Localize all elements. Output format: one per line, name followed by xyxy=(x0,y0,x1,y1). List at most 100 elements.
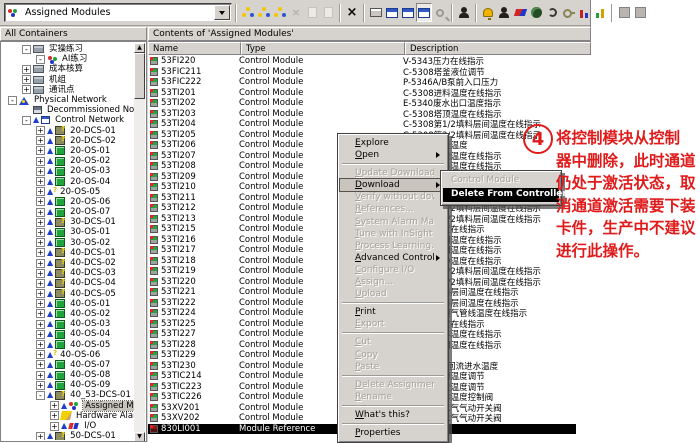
tree-item-30-OS-02[interactable]: +▲30-OS-02 xyxy=(2,238,134,248)
expand-toggle-minus[interactable]: - xyxy=(22,45,31,54)
tree-item-40-OS-05[interactable]: +▲40-OS-05 xyxy=(2,339,134,349)
security-key-button[interactable] xyxy=(560,3,576,22)
column-header-name[interactable]: Name xyxy=(148,42,241,55)
tree-item-成本核算[interactable]: +成本核算 xyxy=(2,64,134,74)
tree-item-20-DCS-02[interactable]: +▲20-DCS-02 xyxy=(2,136,134,146)
user-manager-button[interactable] xyxy=(496,3,512,22)
expand-toggle-plus[interactable]: + xyxy=(36,187,45,196)
expand-toggle-plus[interactable]: + xyxy=(22,75,31,84)
expand-toggle-plus[interactable]: + xyxy=(36,177,45,186)
expand-toggle-plus[interactable]: + xyxy=(36,309,45,318)
menu-item-print[interactable]: Print xyxy=(340,306,446,318)
expand-toggle-plus[interactable]: + xyxy=(36,146,45,155)
extra-tool-2-button[interactable] xyxy=(632,3,648,22)
expand-toggle-plus[interactable]: + xyxy=(36,259,45,268)
expand-toggle-plus[interactable]: + xyxy=(36,299,45,308)
tree-item-机组[interactable]: +机组 xyxy=(2,75,134,85)
column-header-type[interactable]: Type xyxy=(241,42,405,55)
combobox-dropdown-button[interactable] xyxy=(214,5,230,20)
tree-item-20-OS-01[interactable]: +▲20-OS-01 xyxy=(2,146,134,156)
tree-item-20-OS-05[interactable]: +▲20-OS-05 xyxy=(2,187,134,197)
tree-item-40-OS-02[interactable]: +▲40-OS-02 xyxy=(2,309,134,319)
tree-item-40-OS-03[interactable]: +▲40-OS-03 xyxy=(2,319,134,329)
expand-toggle-plus[interactable]: + xyxy=(36,289,45,298)
menu-item-download[interactable]: Download xyxy=(340,179,446,191)
window-tile-button[interactable] xyxy=(400,3,416,22)
refresh-button[interactable] xyxy=(544,3,560,22)
tree-item-40-OS-09[interactable]: +▲40-OS-09 xyxy=(2,380,134,390)
tree-item-20-DCS-01[interactable]: +▲20-DCS-01 xyxy=(2,126,134,136)
expand-toggle-plus[interactable]: + xyxy=(36,381,45,390)
print-button[interactable] xyxy=(368,3,384,22)
eraser-button[interactable] xyxy=(512,3,528,22)
expand-toggle-plus[interactable]: + xyxy=(36,330,45,339)
assign-modules-button[interactable] xyxy=(240,3,256,22)
expand-toggle-plus[interactable]: + xyxy=(36,269,45,278)
menu-item-properties[interactable]: Properties xyxy=(340,427,446,439)
expand-toggle-plus[interactable]: + xyxy=(36,126,45,135)
expand-toggle-plus[interactable]: + xyxy=(36,340,45,349)
tree-item-Decommissioned Nodes[interactable]: Decommissioned Nodes xyxy=(2,105,134,115)
tree-item-30-OS-01[interactable]: +▲30-OS-01 xyxy=(2,227,134,237)
extra-tool-1-button[interactable] xyxy=(616,3,632,22)
tree-item-40-DCS-02[interactable]: +▲40-DCS-02 xyxy=(2,258,134,268)
expand-toggle-plus[interactable]: + xyxy=(36,350,45,359)
tree-item-20-OS-02[interactable]: +▲20-OS-02 xyxy=(2,156,134,166)
tree-item-Hardware Alar[interactable]: +Hardware Alar xyxy=(2,411,134,421)
expand-toggle-plus[interactable]: + xyxy=(50,422,59,431)
tree-item-40-OS-06[interactable]: +▲40-OS-06 xyxy=(2,350,134,360)
expand-toggle-plus[interactable]: + xyxy=(36,208,45,217)
delete-button[interactable]: × xyxy=(344,3,360,22)
assign-node-button[interactable] xyxy=(256,3,272,22)
expand-toggle-plus[interactable]: + xyxy=(36,167,45,176)
container-combobox[interactable]: Assigned Modules xyxy=(4,3,232,22)
tree-item-40-DCS-05[interactable]: +▲40-DCS-05 xyxy=(2,289,134,299)
scrollbar-thumb[interactable] xyxy=(134,53,145,99)
tree-item-20-OS-04[interactable]: +▲20-OS-04 xyxy=(2,176,134,186)
menu-item-what-s-this[interactable]: What's this? xyxy=(340,409,446,421)
tree-item-40-DCS-04[interactable]: +▲40-DCS-04 xyxy=(2,278,134,288)
expand-toggle-plus[interactable]: + xyxy=(36,371,45,380)
tree-item-20-OS-07[interactable]: +▲20-OS-07 xyxy=(2,207,134,217)
expand-toggle-plus[interactable]: + xyxy=(36,320,45,329)
expand-toggle-plus[interactable]: + xyxy=(36,238,45,247)
tree-item-40-DCS-01[interactable]: +▲40-DCS-01 xyxy=(2,248,134,258)
tree-item-40-OS-01[interactable]: +▲40-OS-01 xyxy=(2,299,134,309)
expand-toggle-plus[interactable]: + xyxy=(50,411,59,420)
expand-toggle-plus[interactable]: + xyxy=(36,248,45,257)
alarm-bell-button[interactable] xyxy=(480,3,496,22)
expand-toggle-minus[interactable]: - xyxy=(36,391,45,400)
expand-toggle-plus[interactable]: + xyxy=(36,360,45,369)
tree-item-40_53-DCS-01[interactable]: -▲40_53-DCS-01 xyxy=(2,390,134,400)
column-header-description[interactable]: Description xyxy=(405,42,591,55)
expand-toggle-plus[interactable]: + xyxy=(36,228,45,237)
tree-item-20-OS-03[interactable]: +▲20-OS-03 xyxy=(2,166,134,176)
tree-item-40-OS-08[interactable]: +▲40-OS-08 xyxy=(2,370,134,380)
scroll-up-button[interactable]: ▲ xyxy=(134,43,145,53)
expand-toggle-plus[interactable]: + xyxy=(50,401,59,410)
menu-item-explore[interactable]: Explore xyxy=(340,137,446,149)
trend-chart-button[interactable] xyxy=(592,3,608,22)
expand-toggle-plus[interactable]: + xyxy=(36,197,45,206)
tree-item-Assigned Modu[interactable]: +▲Assigned Modu xyxy=(2,401,134,411)
window-details-button[interactable] xyxy=(416,3,432,22)
tree-item-40-DCS-03[interactable]: +▲40-DCS-03 xyxy=(2,268,134,278)
tree-item-40-OS-04[interactable]: +▲40-OS-04 xyxy=(2,329,134,339)
tree-item-50-DCS-01[interactable]: +▲50-DCS-01 xyxy=(2,431,134,440)
assign-alarms-button[interactable] xyxy=(272,3,288,22)
submenu-item-delete-from-controller[interactable]: Delete From Controller xyxy=(443,188,559,202)
expand-toggle-plus[interactable]: + xyxy=(22,85,31,94)
tree-item-Physical Network[interactable]: -Physical Network xyxy=(2,95,134,105)
expand-toggle-plus[interactable]: + xyxy=(36,157,45,166)
tree-item-AI练习[interactable]: -AI练习 xyxy=(2,54,134,64)
menu-item-advanced-control[interactable]: Advanced Control xyxy=(340,252,446,264)
tree-item-I/O[interactable]: +▲I/O xyxy=(2,421,134,431)
expand-toggle-plus[interactable]: + xyxy=(36,136,45,145)
history-chart-button[interactable] xyxy=(576,3,592,22)
tree-item-实操练习[interactable]: -实操练习 xyxy=(2,44,134,54)
tree-item-Control Network[interactable]: -▲Control Network xyxy=(2,115,134,125)
menu-item-open[interactable]: Open xyxy=(340,149,446,161)
expand-toggle-plus[interactable]: + xyxy=(36,218,45,227)
expand-toggle-plus[interactable]: + xyxy=(22,65,31,74)
expand-toggle-minus[interactable]: - xyxy=(22,116,31,125)
